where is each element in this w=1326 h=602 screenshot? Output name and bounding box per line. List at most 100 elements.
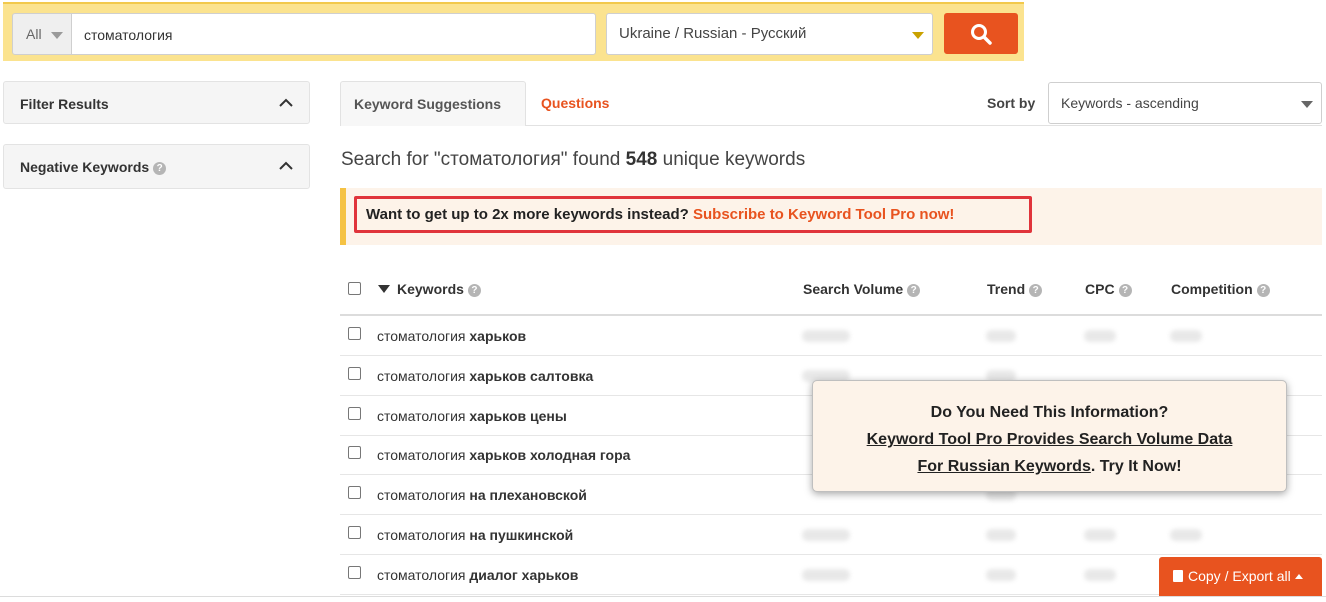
promo-box: Want to get up to 2x more keywords inste… [354,196,1032,233]
row-checkbox[interactable] [348,367,361,380]
promo-text: Want to get up to 2x more keywords inste… [366,206,693,223]
help-icon[interactable]: ? [1029,284,1043,297]
trend-column-header[interactable]: Trend? [987,281,1043,297]
search-input[interactable]: стоматология [71,13,596,55]
search-icon [971,24,992,45]
negative-keywords-panel[interactable]: Negative Keywords? [3,144,310,189]
chevron-down-icon [912,32,924,39]
sort-desc-icon [378,285,390,293]
help-icon[interactable]: ? [1118,284,1132,297]
chevron-up-icon[interactable] [279,161,293,170]
negative-keywords-title: Negative Keywords? [20,159,167,175]
keyword-base: стоматология [377,527,466,543]
copy-export-button[interactable]: Copy / Export all [1159,557,1322,596]
tab-divider [526,125,1322,126]
hidden-competition [1170,529,1202,541]
hidden-competition [1170,330,1202,342]
row-checkbox[interactable] [348,526,361,539]
upgrade-popup: Do You Need This Information? Keyword To… [812,380,1287,492]
table-header: Keywords? Search Volume? Trend? CPC? Com… [340,270,1322,316]
keywords-header-label: Keywords [397,281,464,297]
keyword-cell[interactable]: стоматология на пушкинской [377,527,573,543]
row-checkbox[interactable] [348,486,361,499]
keyword-cell[interactable]: стоматология харьков цены [377,408,567,424]
hidden-volume [802,569,850,581]
page-divider [0,596,1326,597]
keyword-cell[interactable]: стоматология харьков холодная гора [377,447,630,463]
keyword-extra: диалог харьков [469,567,579,583]
help-icon[interactable]: ? [1256,284,1270,297]
sort-dropdown[interactable]: Keywords - ascending [1048,82,1322,124]
tab-questions[interactable]: Questions [541,95,609,111]
negative-keywords-label: Negative Keywords [20,159,150,175]
results-count: 548 [625,149,658,170]
popup-tail: . Try It Now! [1090,458,1182,475]
keyword-extra: харьков [469,328,527,344]
help-icon[interactable]: ? [153,162,167,175]
keywords-column-header[interactable]: Keywords? [378,281,481,297]
keyword-base: стоматология [377,328,466,344]
language-dropdown[interactable]: Ukraine / Russian - Русский [606,13,933,55]
volume-header-label: Search Volume [803,281,904,297]
filter-results-panel[interactable]: Filter Results [3,81,310,124]
results-summary: Search for "стоматология" found 548 uniq… [341,149,805,171]
keyword-base: стоматология [377,487,466,503]
subscribe-link[interactable]: Subscribe to Keyword Tool Pro now! [693,206,954,223]
row-checkbox[interactable] [348,446,361,459]
chevron-down-icon [1301,101,1313,108]
scope-label: All [26,26,42,42]
chevron-up-icon[interactable] [279,98,293,107]
cpc-header-label: CPC [1085,281,1115,297]
tab-keyword-suggestions[interactable]: Keyword Suggestions [340,81,526,126]
competition-header-label: Competition [1171,281,1253,297]
chevron-down-icon [51,32,63,39]
summary-suffix: unique keywords [657,149,806,170]
popup-link-line1[interactable]: Keyword Tool Pro Provides Search Volume … [867,431,1233,448]
help-icon[interactable]: ? [907,284,921,297]
row-checkbox[interactable] [348,407,361,420]
hidden-volume [802,529,850,541]
keyword-extra: на пушкинской [469,527,574,543]
scope-dropdown[interactable]: All [12,13,72,55]
hidden-cpc [1084,569,1116,581]
keyword-base: стоматология [377,408,466,424]
search-button[interactable] [944,13,1018,54]
popup-link-line2[interactable]: For Russian Keywords [917,458,1090,475]
hidden-cpc [1084,529,1116,541]
hidden-trend [986,569,1016,581]
hidden-trend [986,330,1016,342]
row-checkbox[interactable] [348,327,361,340]
keyword-extra: харьков салтовка [469,368,594,384]
summary-prefix: Search for "стоматология" found [341,149,626,170]
export-label: Copy / Export all [1188,568,1291,584]
popup-title: Do You Need This Information? [930,404,1169,421]
hidden-volume [802,330,850,342]
hidden-trend [986,529,1016,541]
keyword-extra: на плехановской [469,487,587,503]
row-checkbox[interactable] [348,566,361,579]
keyword-cell[interactable]: стоматология харьков [377,328,526,344]
keyword-cell[interactable]: стоматология на плехановской [377,487,587,503]
search-bar: All стоматология Ukraine / Russian - Рус… [3,2,1024,61]
keyword-extra: харьков цены [469,408,567,424]
keyword-cell[interactable]: стоматология диалог харьков [377,567,578,583]
competition-column-header[interactable]: Competition? [1171,281,1270,297]
promo-banner: Want to get up to 2x more keywords inste… [340,188,1322,245]
search-volume-column-header[interactable]: Search Volume? [803,281,921,297]
language-label: Ukraine / Russian - Русский [619,25,807,42]
table-row: стоматология харьков [340,316,1322,356]
caret-up-icon [1294,574,1303,579]
sort-label: Sort by [987,95,1036,111]
keyword-base: стоматология [377,368,466,384]
help-icon[interactable]: ? [467,284,481,297]
keyword-base: стоматология [377,567,466,583]
keyword-cell[interactable]: стоматология харьков салтовка [377,368,593,384]
table-row: стоматология на пушкинской [340,515,1322,555]
select-all-checkbox[interactable] [348,282,361,295]
cpc-column-header[interactable]: CPC? [1085,281,1132,297]
export-icon [1173,570,1183,582]
trend-header-label: Trend [987,281,1026,297]
filter-results-title: Filter Results [20,96,109,112]
keyword-extra: харьков холодная гора [469,447,631,463]
sort-value: Keywords - ascending [1061,95,1199,111]
